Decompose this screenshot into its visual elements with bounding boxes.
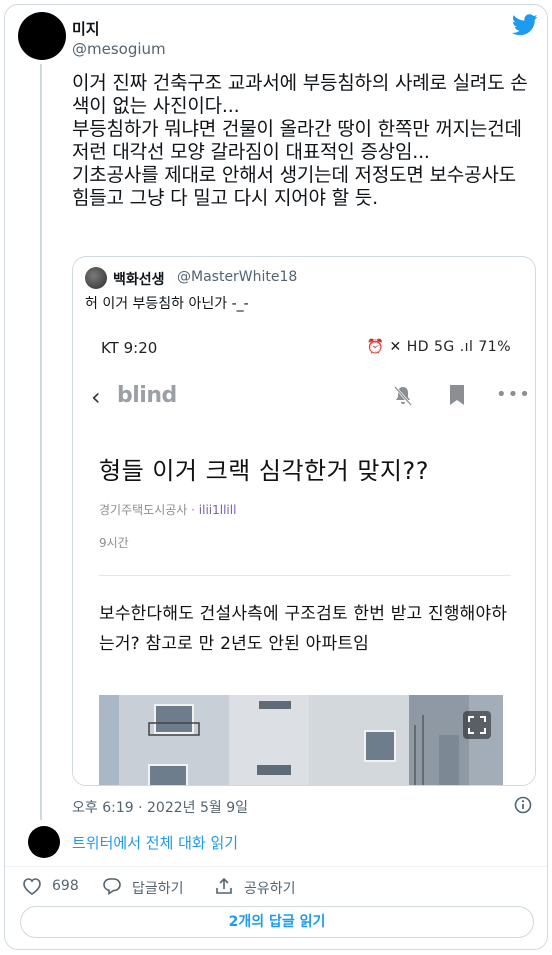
thread-avatar-small[interactable] bbox=[28, 826, 60, 858]
tweet-text: 이거 진짜 건축구조 교과서에 부등침하의 사례로 실려도 손색이 없는 사진이… bbox=[72, 72, 528, 209]
read-full-conversation-link[interactable]: 트위터에서 전체 대화 읽기 bbox=[72, 832, 238, 853]
thread-line bbox=[40, 64, 42, 820]
read-replies-button[interactable]: 2개의 답글 읽기 bbox=[20, 906, 534, 938]
action-separator bbox=[5, 866, 547, 867]
like-count: 698 bbox=[52, 878, 79, 894]
back-arrow-icon: ‹ bbox=[91, 383, 101, 411]
more-options-icon: ••• bbox=[496, 384, 531, 405]
info-icon[interactable] bbox=[514, 796, 532, 814]
quoted-author-name: 백화선생 bbox=[113, 272, 165, 288]
muted-bell-icon bbox=[394, 386, 412, 406]
share-label: 공유하기 bbox=[244, 881, 296, 897]
post-company: 경기주택도시공사 bbox=[99, 503, 188, 517]
post-time: 9시간 bbox=[99, 536, 129, 550]
quoted-author-avatar bbox=[85, 267, 107, 289]
expand-icon[interactable] bbox=[463, 711, 491, 739]
building-photo-drawing bbox=[99, 695, 503, 785]
status-indicators: ⏰ ✕ HD 5G .ıl 71% bbox=[366, 339, 511, 355]
quoted-author-handle: @MasterWhite18 bbox=[177, 269, 298, 285]
quoted-tweet-text: 허 이거 부등침하 아닌가 -_- bbox=[85, 296, 249, 312]
blind-logo: blind bbox=[117, 383, 177, 408]
share-icon bbox=[216, 877, 232, 894]
post-divider bbox=[99, 575, 511, 576]
reply-label: 답글하기 bbox=[132, 881, 184, 897]
blind-app-bar: ‹ blind ••• bbox=[91, 383, 530, 413]
author-handle[interactable]: @mesogium bbox=[72, 40, 166, 58]
post-title: 형들 이거 크랙 심각한거 맞지?? bbox=[99, 457, 429, 485]
bookmark-icon bbox=[450, 385, 464, 405]
author-avatar[interactable] bbox=[18, 12, 66, 60]
heart-icon bbox=[23, 878, 41, 895]
tweet-timestamp[interactable]: 오후 6:19 · 2022년 5월 9일 bbox=[72, 797, 248, 817]
status-carrier-time: KT 9:20 bbox=[101, 339, 158, 357]
quoted-screenshot-image[interactable]: KT 9:20 ⏰ ✕ HD 5G .ıl 71% ‹ blind ••• 형들… bbox=[73, 321, 535, 785]
meta-separator: · bbox=[191, 503, 199, 517]
twitter-bird-icon[interactable] bbox=[512, 14, 538, 36]
building-photo bbox=[99, 695, 503, 785]
post-body: 보수한다해도 건설사측에 구조검토 한번 받고 진행해야하는거? 참고로 만 2… bbox=[99, 604, 508, 654]
post-author-meta: 경기주택도시공사 · ilii1llill bbox=[99, 501, 236, 518]
post-nickname: ilii1llill bbox=[198, 503, 237, 517]
author-display-name[interactable]: 미지 bbox=[72, 18, 100, 39]
quoted-tweet[interactable]: 백화선생 @MasterWhite18 허 이거 부등침하 아닌가 -_- KT… bbox=[72, 256, 536, 786]
phone-status-bar: KT 9:20 ⏰ ✕ HD 5G .ıl 71% bbox=[101, 339, 511, 359]
reply-icon bbox=[103, 878, 121, 895]
